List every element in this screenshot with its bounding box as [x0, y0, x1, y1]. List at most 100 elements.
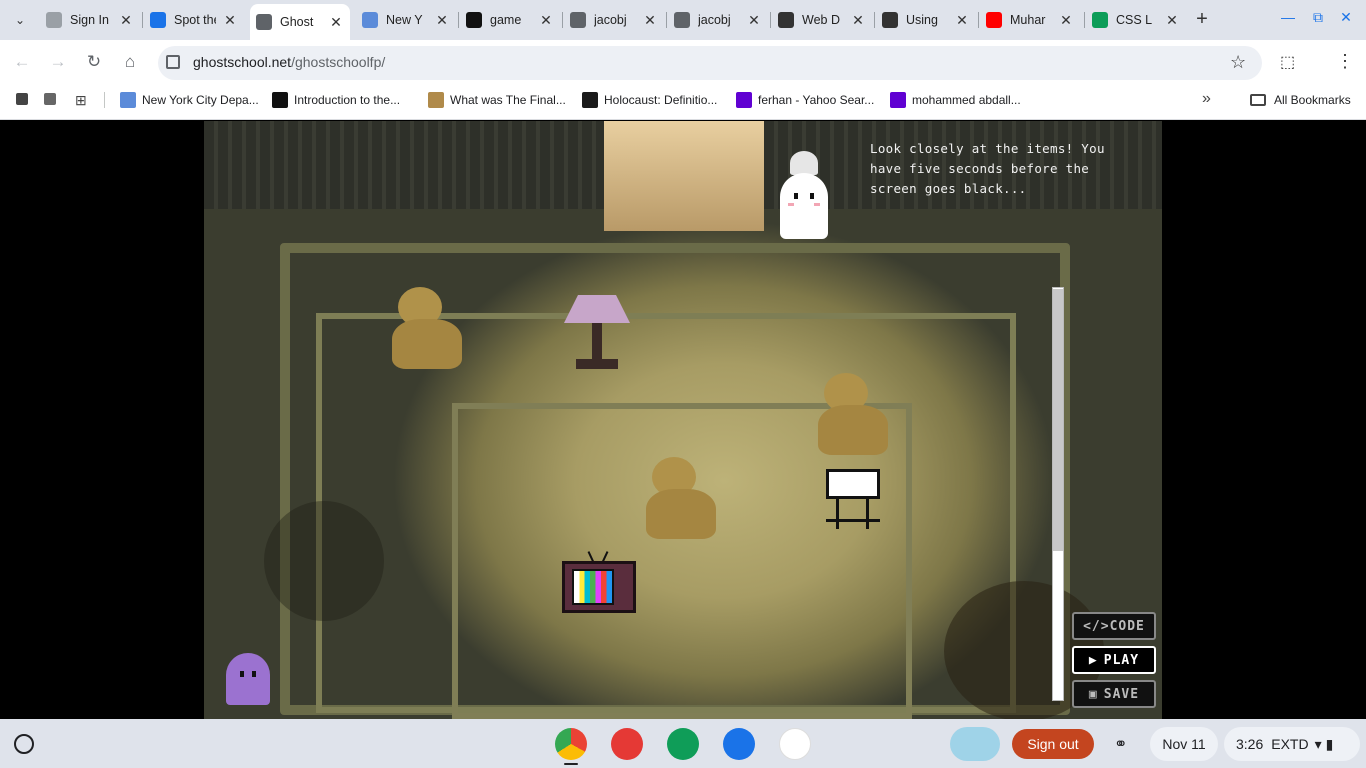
w-icon: [1092, 12, 1108, 28]
bookmark-item[interactable]: What was The Final...: [428, 91, 566, 109]
tab-separator: [562, 12, 563, 28]
bookmark-item[interactable]: mohammed abdall...: [890, 91, 1021, 109]
tab-title: Web D: [802, 13, 840, 27]
home-button[interactable]: ⌂: [118, 50, 142, 74]
play-button[interactable]: ▶ PLAY: [1072, 646, 1156, 674]
browser-tab[interactable]: jacobj ✕: [668, 6, 768, 34]
close-tab-icon[interactable]: ✕: [850, 12, 866, 29]
bookmark-item[interactable]: Holocaust: Definitio...: [582, 91, 717, 109]
ghost-player[interactable]: [226, 653, 270, 705]
all-bookmarks-label: All Bookmarks: [1274, 93, 1351, 107]
code-button[interactable]: </>CODE: [1072, 612, 1156, 640]
easel[interactable]: [826, 469, 880, 531]
avatar[interactable]: [950, 727, 1000, 761]
reload-button[interactable]: ↻: [82, 50, 106, 74]
close-tab-icon[interactable]: ✕: [746, 12, 762, 29]
date-pill[interactable]: Nov 11: [1150, 727, 1218, 761]
all-bookmarks-button[interactable]: All Bookmarks: [1250, 91, 1351, 109]
files-icon[interactable]: [723, 728, 755, 760]
bookmarks-separator: [104, 92, 105, 108]
chevron-down-icon: ⌄: [14, 13, 26, 27]
browser-tab[interactable]: Web D ✕: [772, 6, 872, 34]
close-tab-icon[interactable]: ✕: [1058, 12, 1074, 29]
status-tray[interactable]: 3:26 EXTD ▾ ▮: [1224, 727, 1360, 761]
browser-tab[interactable]: Sign In ✕: [40, 6, 140, 34]
close-tab-icon[interactable]: ✕: [434, 12, 450, 29]
play-store-icon[interactable]: [779, 728, 811, 760]
browser-tab[interactable]: Spot the ✕: [144, 6, 244, 34]
teddy-bear[interactable]: [814, 373, 894, 457]
w3-icon: [882, 12, 898, 28]
browser-tab[interactable]: jacobj ✕: [564, 6, 664, 34]
doorway: [604, 121, 764, 231]
browser-tab[interactable]: Using ✕: [876, 6, 976, 34]
classroom-icon[interactable]: [667, 728, 699, 760]
site-info-icon[interactable]: [166, 55, 180, 69]
save-button-label: SAVE: [1103, 686, 1140, 702]
browser-tab[interactable]: CSS L ✕: [1086, 6, 1186, 34]
launcher-button[interactable]: [14, 734, 34, 754]
chrome-icon[interactable]: [555, 728, 587, 760]
ghost-teacher[interactable]: [780, 173, 828, 239]
h-icon: [582, 92, 598, 108]
close-tab-icon[interactable]: ✕: [954, 12, 970, 29]
back-button[interactable]: ←: [10, 50, 34, 74]
restore-icon[interactable]: ⧉: [1308, 9, 1328, 26]
close-tab-icon[interactable]: ✕: [222, 12, 238, 29]
url-text[interactable]: ghostschool.net/ghostschoolfp/: [193, 54, 385, 70]
tab-title: New Y: [386, 13, 423, 27]
w3-icon: [778, 12, 794, 28]
extensions-icon[interactable]: ⬚: [1280, 52, 1295, 72]
close-window-icon[interactable]: ✕: [1336, 9, 1356, 26]
browser-tab[interactable]: New Y ✕: [356, 6, 456, 34]
display-mode-label: EXTD: [1271, 736, 1309, 752]
tab-title: Sign In: [70, 13, 109, 27]
teddy-bear[interactable]: [642, 457, 722, 541]
menu-icon[interactable]: ⋮: [1336, 51, 1354, 72]
teddy-bear[interactable]: [388, 287, 468, 371]
bookmarks-overflow-button[interactable]: »: [1202, 90, 1211, 108]
tab-separator: [874, 12, 875, 28]
new-tab-button[interactable]: +: [1192, 8, 1212, 32]
battery-icon: ▮: [1325, 735, 1334, 752]
bookmark-label: Holocaust: Definitio...: [604, 93, 718, 107]
lamp[interactable]: [564, 295, 630, 371]
tab-title: game: [490, 13, 522, 27]
close-tab-icon[interactable]: ✕: [328, 14, 344, 31]
nyc-icon: [120, 92, 136, 108]
close-tab-icon[interactable]: ✕: [1164, 12, 1180, 29]
globe-icon: [256, 14, 272, 30]
forward-button[interactable]: →: [46, 50, 70, 74]
bookmark-item[interactable]: Introduction to the...: [272, 91, 400, 109]
minimize-icon[interactable]: —: [1278, 9, 1298, 25]
book-icon: [272, 92, 288, 108]
app-shortcut-icon[interactable]: [16, 93, 28, 105]
tab-title: Muhar: [1010, 13, 1046, 27]
sign-out-button[interactable]: Sign out: [1012, 729, 1094, 759]
television[interactable]: [562, 551, 636, 617]
app-shortcut-icon[interactable]: [44, 93, 56, 105]
tab-search-button[interactable]: ⌄: [8, 8, 32, 32]
browser-tab[interactable]: Muhar ✕: [980, 6, 1080, 34]
close-tab-icon[interactable]: ✕: [538, 12, 554, 29]
browser-tab[interactable]: Ghost ✕: [250, 4, 350, 40]
browser-tab[interactable]: game ✕: [460, 6, 560, 34]
play-button-label: PLAY: [1103, 652, 1140, 668]
bookmark-item[interactable]: New York City Depa...: [120, 91, 259, 109]
close-tab-icon[interactable]: ✕: [642, 12, 658, 29]
tab-separator: [770, 12, 771, 28]
bookmark-item[interactable]: ferhan - Yahoo Sear...: [736, 91, 874, 109]
yahoo-icon: [890, 92, 906, 108]
casting-icon[interactable]: ⚭: [1114, 734, 1127, 754]
close-tab-icon[interactable]: ✕: [118, 12, 134, 29]
floppy-icon: ▣: [1088, 686, 1098, 702]
scrollbar-thumb[interactable]: [1053, 289, 1063, 551]
bookmark-star-icon[interactable]: ☆: [1230, 52, 1246, 73]
tab-title: Spot the: [174, 13, 216, 27]
canvas-icon[interactable]: [611, 728, 643, 760]
play-icon: ▶: [1088, 652, 1098, 668]
game-canvas[interactable]: Look closely at the items! You have five…: [204, 121, 1162, 719]
save-button[interactable]: ▣ SAVE: [1072, 680, 1156, 708]
apps-grid-icon[interactable]: ⊞: [75, 92, 87, 109]
yahoo-icon: [736, 92, 752, 108]
